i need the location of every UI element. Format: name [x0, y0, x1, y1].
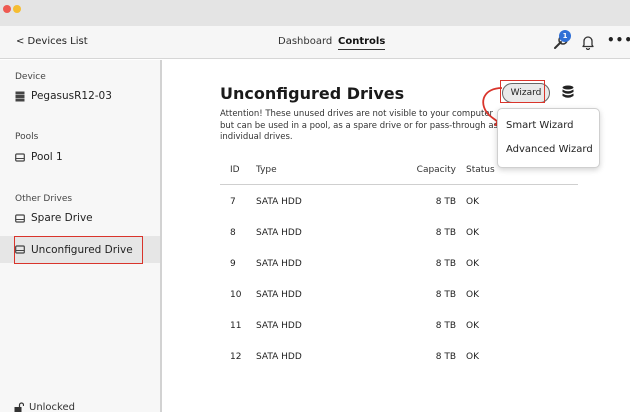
close-window-button[interactable]: [3, 5, 11, 13]
tab-controls[interactable]: Controls: [338, 36, 386, 50]
cell-capacity: 8 TB: [435, 197, 456, 207]
cell-status: OK: [466, 290, 479, 300]
cell-type: SATA HDD: [256, 352, 302, 362]
cell-status: OK: [466, 259, 479, 269]
cell-id: 9: [230, 259, 236, 269]
cell-capacity: 8 TB: [435, 321, 456, 331]
sidebar-item-pool[interactable]: Pool 1: [15, 151, 63, 163]
main-content: Unconfigured Drives Attention! These unu…: [164, 60, 630, 412]
sidebar-item-label: Unconfigured Drive: [31, 243, 133, 256]
cell-type: SATA HDD: [256, 228, 302, 238]
cell-capacity: 8 TB: [435, 228, 456, 238]
bell-icon[interactable]: [581, 34, 595, 50]
sidebar-item-spare-drive[interactable]: Spare Drive: [15, 212, 93, 224]
cell-type: SATA HDD: [256, 259, 302, 269]
drives-table: ID Type Capacity Status 7 SATA HDD 8 TB …: [220, 165, 578, 367]
sidebar-item-device[interactable]: PegasusR12-03: [15, 90, 112, 102]
cell-type: SATA HDD: [256, 290, 302, 300]
back-to-devices-link[interactable]: < Devices List: [16, 36, 88, 47]
table-row[interactable]: 12 SATA HDD 8 TB OK: [220, 336, 578, 367]
lock-open-icon: [14, 402, 24, 412]
menu-item-advanced-wizard[interactable]: Advanced Wizard: [506, 144, 596, 155]
column-header-status[interactable]: Status: [466, 165, 578, 185]
lock-status[interactable]: Unlocked: [14, 402, 75, 412]
database-icon[interactable]: [562, 85, 574, 99]
cell-id: 11: [230, 321, 242, 331]
cell-type: SATA HDD: [256, 321, 302, 331]
drive-icon: [15, 245, 25, 254]
table-row[interactable]: 8 SATA HDD 8 TB OK: [220, 212, 578, 243]
cell-capacity: 8 TB: [435, 259, 456, 269]
lock-status-label: Unlocked: [29, 402, 75, 412]
notification-badge: 1: [559, 30, 571, 42]
top-nav: < Devices List Dashboard Controls 1 •••: [0, 26, 630, 59]
sidebar: Device PegasusR12-03 Pools Pool 1 Other …: [0, 60, 162, 412]
cell-id: 8: [230, 228, 236, 238]
cell-id: 12: [230, 352, 242, 362]
column-header-type[interactable]: Type: [256, 165, 366, 185]
wizard-button[interactable]: Wizard: [502, 83, 550, 103]
table-row[interactable]: 9 SATA HDD 8 TB OK: [220, 243, 578, 274]
table-row[interactable]: 10 SATA HDD 8 TB OK: [220, 274, 578, 305]
sidebar-heading-device: Device: [15, 72, 46, 82]
table-row[interactable]: 7 SATA HDD 8 TB OK: [220, 184, 578, 212]
sidebar-item-unconfigured-drive[interactable]: Unconfigured Drive: [0, 236, 160, 263]
tab-dashboard[interactable]: Dashboard: [278, 36, 332, 47]
cell-status: OK: [466, 228, 479, 238]
cell-capacity: 8 TB: [435, 352, 456, 362]
sidebar-item-label: Spare Drive: [31, 212, 93, 224]
sidebar-item-label: PegasusR12-03: [31, 90, 112, 102]
column-header-id[interactable]: ID: [220, 165, 256, 185]
cell-id: 7: [230, 197, 236, 207]
cell-status: OK: [466, 352, 479, 362]
drive-icon: [15, 213, 25, 223]
column-header-capacity[interactable]: Capacity: [366, 165, 466, 185]
sidebar-heading-other-drives: Other Drives: [15, 194, 73, 204]
menu-item-smart-wizard[interactable]: Smart Wizard: [506, 120, 596, 131]
more-options-button[interactable]: •••: [607, 33, 630, 47]
sidebar-item-label: Pool 1: [31, 151, 63, 163]
cell-capacity: 8 TB: [435, 290, 456, 300]
sidebar-heading-pools: Pools: [15, 132, 39, 142]
page-title: Unconfigured Drives: [220, 84, 405, 103]
attention-description: Attention! These unused drives are not v…: [220, 109, 498, 142]
wizard-dropdown-menu: Smart Wizard Advanced Wizard: [497, 108, 600, 168]
table-row[interactable]: 11 SATA HDD 8 TB OK: [220, 305, 578, 336]
cell-id: 10: [230, 290, 242, 300]
minimize-window-button[interactable]: [13, 5, 21, 13]
window-titlebar: [0, 0, 630, 26]
cell-status: OK: [466, 321, 479, 331]
cell-type: SATA HDD: [256, 197, 302, 207]
cell-status: OK: [466, 197, 479, 207]
server-icon: [15, 91, 25, 101]
table-header-row: ID Type Capacity Status: [220, 165, 578, 185]
drive-icon: [15, 152, 25, 162]
